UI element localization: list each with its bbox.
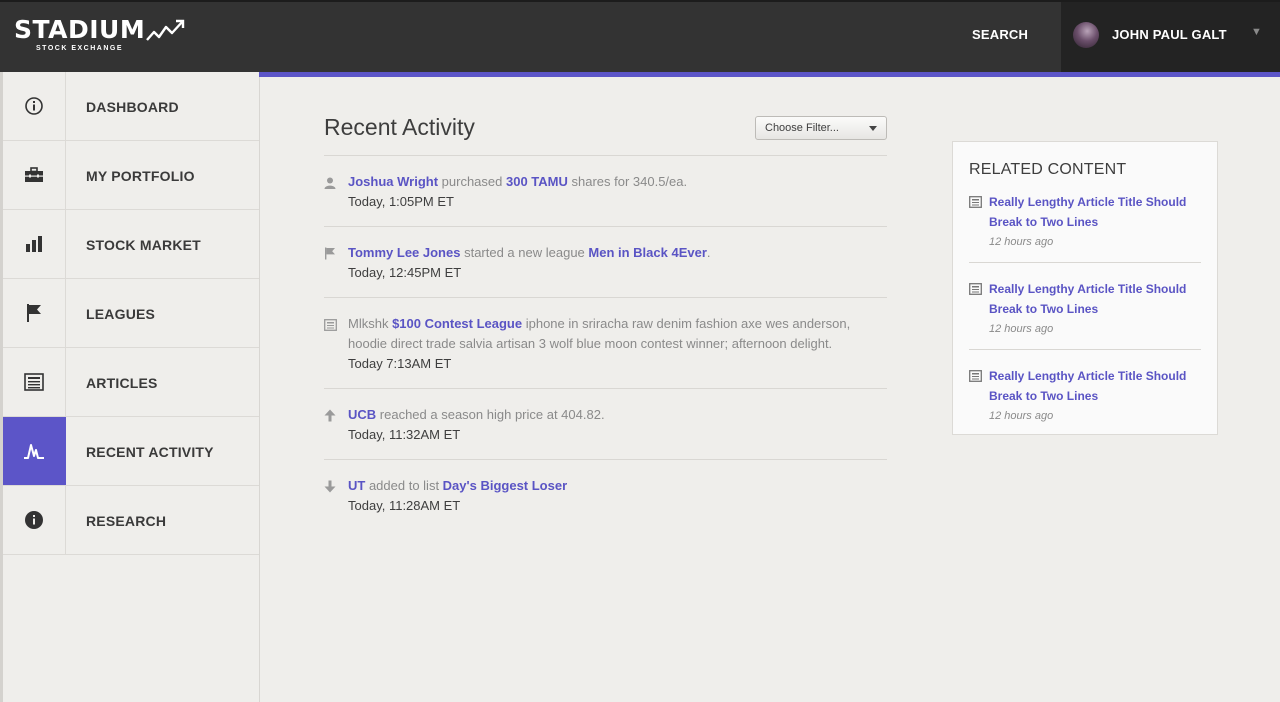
newspaper-icon — [3, 348, 66, 416]
arrow-up-icon — [324, 409, 336, 422]
newspaper-icon — [969, 283, 982, 295]
info-circle-icon — [3, 72, 66, 140]
activity-item: UCB reached a season high price at 404.8… — [324, 389, 887, 460]
related-content-panel: RELATED CONTENT Really Lengthy Article T… — [952, 141, 1218, 435]
activity-text-segment: reached a season high price at 404.82. — [376, 407, 605, 422]
related-article-link[interactable]: Really Lengthy Article Title Should Brea… — [989, 192, 1201, 232]
activity-link[interactable]: Joshua Wright — [348, 174, 438, 189]
sidebar-item-stock-market[interactable]: STOCK MARKET — [3, 210, 259, 279]
related-article-time: 12 hours ago — [989, 410, 1054, 422]
sidebar-item-dashboard[interactable]: DASHBOARD — [3, 72, 259, 141]
activity-list: Joshua Wright purchased 300 TAMU shares … — [324, 155, 887, 530]
related-article-link[interactable]: Really Lengthy Article Title Should Brea… — [989, 366, 1201, 406]
logo[interactable]: STADIUM STOCK EXCHANGE — [14, 15, 185, 52]
activity-link[interactable]: UCB — [348, 407, 376, 422]
activity-text-segment: added to list — [365, 478, 443, 493]
search-link[interactable]: SEARCH — [972, 27, 1028, 42]
filter-label: Choose Filter... — [765, 122, 839, 134]
activity-text-segment: Mlkshk — [348, 316, 393, 331]
activity-pulse-icon — [3, 417, 66, 485]
activity-text-segment: . — [706, 245, 711, 260]
logo-wordmark: STADIUM — [14, 15, 146, 44]
related-content-title: RELATED CONTENT — [969, 161, 1127, 178]
page-title: Recent Activity — [324, 114, 475, 140]
divider — [969, 349, 1201, 350]
related-item: Really Lengthy Article Title Should Brea… — [969, 192, 1201, 252]
activity-text-segment: started a new league — [460, 245, 589, 260]
info-filled-icon — [3, 486, 66, 554]
flag-icon — [324, 247, 336, 260]
newspaper-icon — [324, 318, 337, 331]
accent-bar — [259, 72, 1280, 77]
related-article-time: 12 hours ago — [989, 236, 1054, 248]
activity-timestamp: Today, 11:28AM ET — [348, 498, 461, 513]
chevron-down-icon[interactable]: ▼ — [1251, 26, 1262, 38]
sidebar-item-leagues[interactable]: LEAGUES — [3, 279, 259, 348]
activity-item: UT added to list Day's Biggest Loser Toda… — [324, 460, 887, 530]
newspaper-icon — [969, 196, 982, 208]
related-article-link[interactable]: Really Lengthy Article Title Should Brea… — [989, 279, 1201, 319]
activity-item: Joshua Wright purchased 300 TAMU shares … — [324, 156, 887, 227]
avatar — [1073, 22, 1099, 48]
sidebar-item-label: RESEARCH — [86, 513, 167, 529]
top-bar: STADIUM STOCK EXCHANGE SEARCH JOHN PAUL … — [0, 0, 1280, 72]
newspaper-icon — [969, 370, 982, 382]
sidebar-item-label: DASHBOARD — [86, 99, 179, 115]
related-item: Really Lengthy Article Title Should Brea… — [969, 366, 1201, 426]
logo-chart-icon — [146, 19, 185, 41]
activity-link[interactable]: Day's Biggest Loser — [443, 478, 567, 493]
sidebar-item-label: STOCK MARKET — [86, 237, 201, 253]
activity-timestamp: Today, 11:32AM ET — [348, 427, 461, 442]
activity-text-segment: shares for 340.5/ea. — [567, 174, 688, 189]
activity-link[interactable]: 300 TAMU — [506, 174, 568, 189]
sidebar-item-label: MY PORTFOLIO — [86, 168, 195, 184]
sidebar: DASHBOARD MY PORTFOLIO STOCK MARKET LEAG… — [0, 72, 260, 702]
activity-item: Tommy Lee Jones started a new league Men… — [324, 227, 887, 298]
activity-link[interactable]: Men in Black 4Ever — [588, 245, 707, 260]
activity-text: UCB reached a season high price at 404.8… — [348, 405, 887, 425]
related-item: Really Lengthy Article Title Should Brea… — [969, 279, 1201, 339]
sidebar-item-label: LEAGUES — [86, 306, 156, 322]
divider — [969, 262, 1201, 263]
filter-select[interactable]: Choose Filter... — [755, 116, 887, 140]
activity-text: UT added to list Day's Biggest Loser — [348, 476, 887, 496]
activity-timestamp: Today, 12:45PM ET — [348, 265, 462, 280]
sidebar-item-label: ARTICLES — [86, 375, 158, 391]
user-menu[interactable]: JOHN PAUL GALT ▼ — [1061, 2, 1280, 72]
logo-subtitle: STOCK EXCHANGE — [36, 45, 123, 52]
sidebar-item-my-portfolio[interactable]: MY PORTFOLIO — [3, 141, 259, 210]
activity-text: Joshua Wright purchased 300 TAMU shares … — [348, 172, 887, 192]
user-name: JOHN PAUL GALT — [1112, 27, 1227, 42]
sidebar-item-research[interactable]: RESEARCH — [3, 486, 259, 555]
flag-icon — [3, 279, 66, 347]
briefcase-icon — [3, 141, 66, 209]
related-article-time: 12 hours ago — [989, 323, 1054, 335]
activity-text-segment: purchased — [438, 174, 506, 189]
activity-link[interactable]: $100 Contest League — [392, 316, 522, 331]
arrow-down-icon — [324, 480, 336, 493]
activity-text: Tommy Lee Jones started a new league Men… — [348, 243, 887, 263]
sidebar-item-articles[interactable]: ARTICLES — [3, 348, 259, 417]
user-icon — [324, 176, 336, 189]
sidebar-item-label: RECENT ACTIVITY — [86, 444, 214, 460]
bar-chart-icon — [3, 210, 66, 278]
chevron-down-icon — [869, 126, 877, 131]
sidebar-item-recent-activity[interactable]: RECENT ACTIVITY — [3, 417, 259, 486]
activity-link[interactable]: UT — [348, 478, 365, 493]
activity-text: Mlkshk $100 Contest League iphone in sri… — [348, 314, 887, 354]
activity-item: Mlkshk $100 Contest League iphone in sri… — [324, 298, 887, 389]
activity-timestamp: Today, 1:05PM ET — [348, 194, 454, 209]
activity-timestamp: Today 7:13AM ET — [348, 356, 452, 371]
activity-link[interactable]: Tommy Lee Jones — [348, 245, 460, 260]
